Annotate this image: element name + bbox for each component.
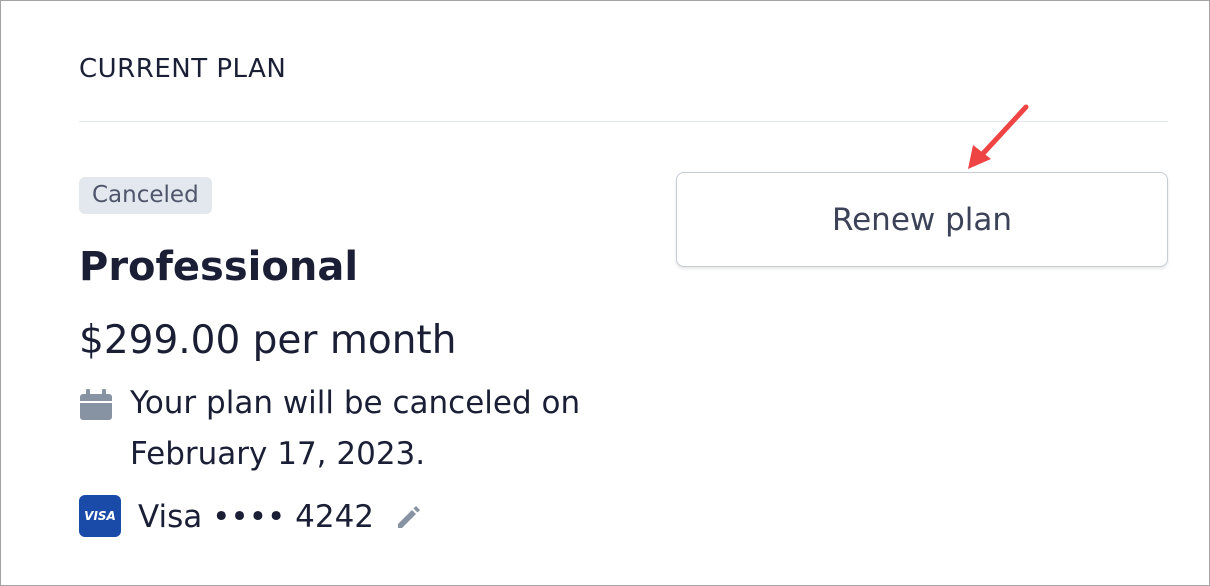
visa-logo: VISA (79, 495, 121, 537)
annotation-arrow (968, 104, 1029, 169)
section-title: CURRENT PLAN (79, 54, 287, 84)
status-badge: Canceled (79, 177, 212, 214)
cancellation-text: Your plan will be canceled on February 1… (130, 385, 581, 472)
plan-name: Professional (79, 244, 359, 290)
plan-price: $299.00 per month (79, 318, 457, 363)
renew-plan-button[interactable]: Renew plan (676, 172, 1168, 267)
card-label: Visa •••• 4242 (138, 499, 375, 535)
divider (79, 121, 1168, 122)
calendar-icon (80, 389, 112, 420)
current-plan-panel: CURRENT PLAN Canceled Professional $299.… (0, 0, 1210, 586)
pencil-icon[interactable] (395, 503, 423, 531)
